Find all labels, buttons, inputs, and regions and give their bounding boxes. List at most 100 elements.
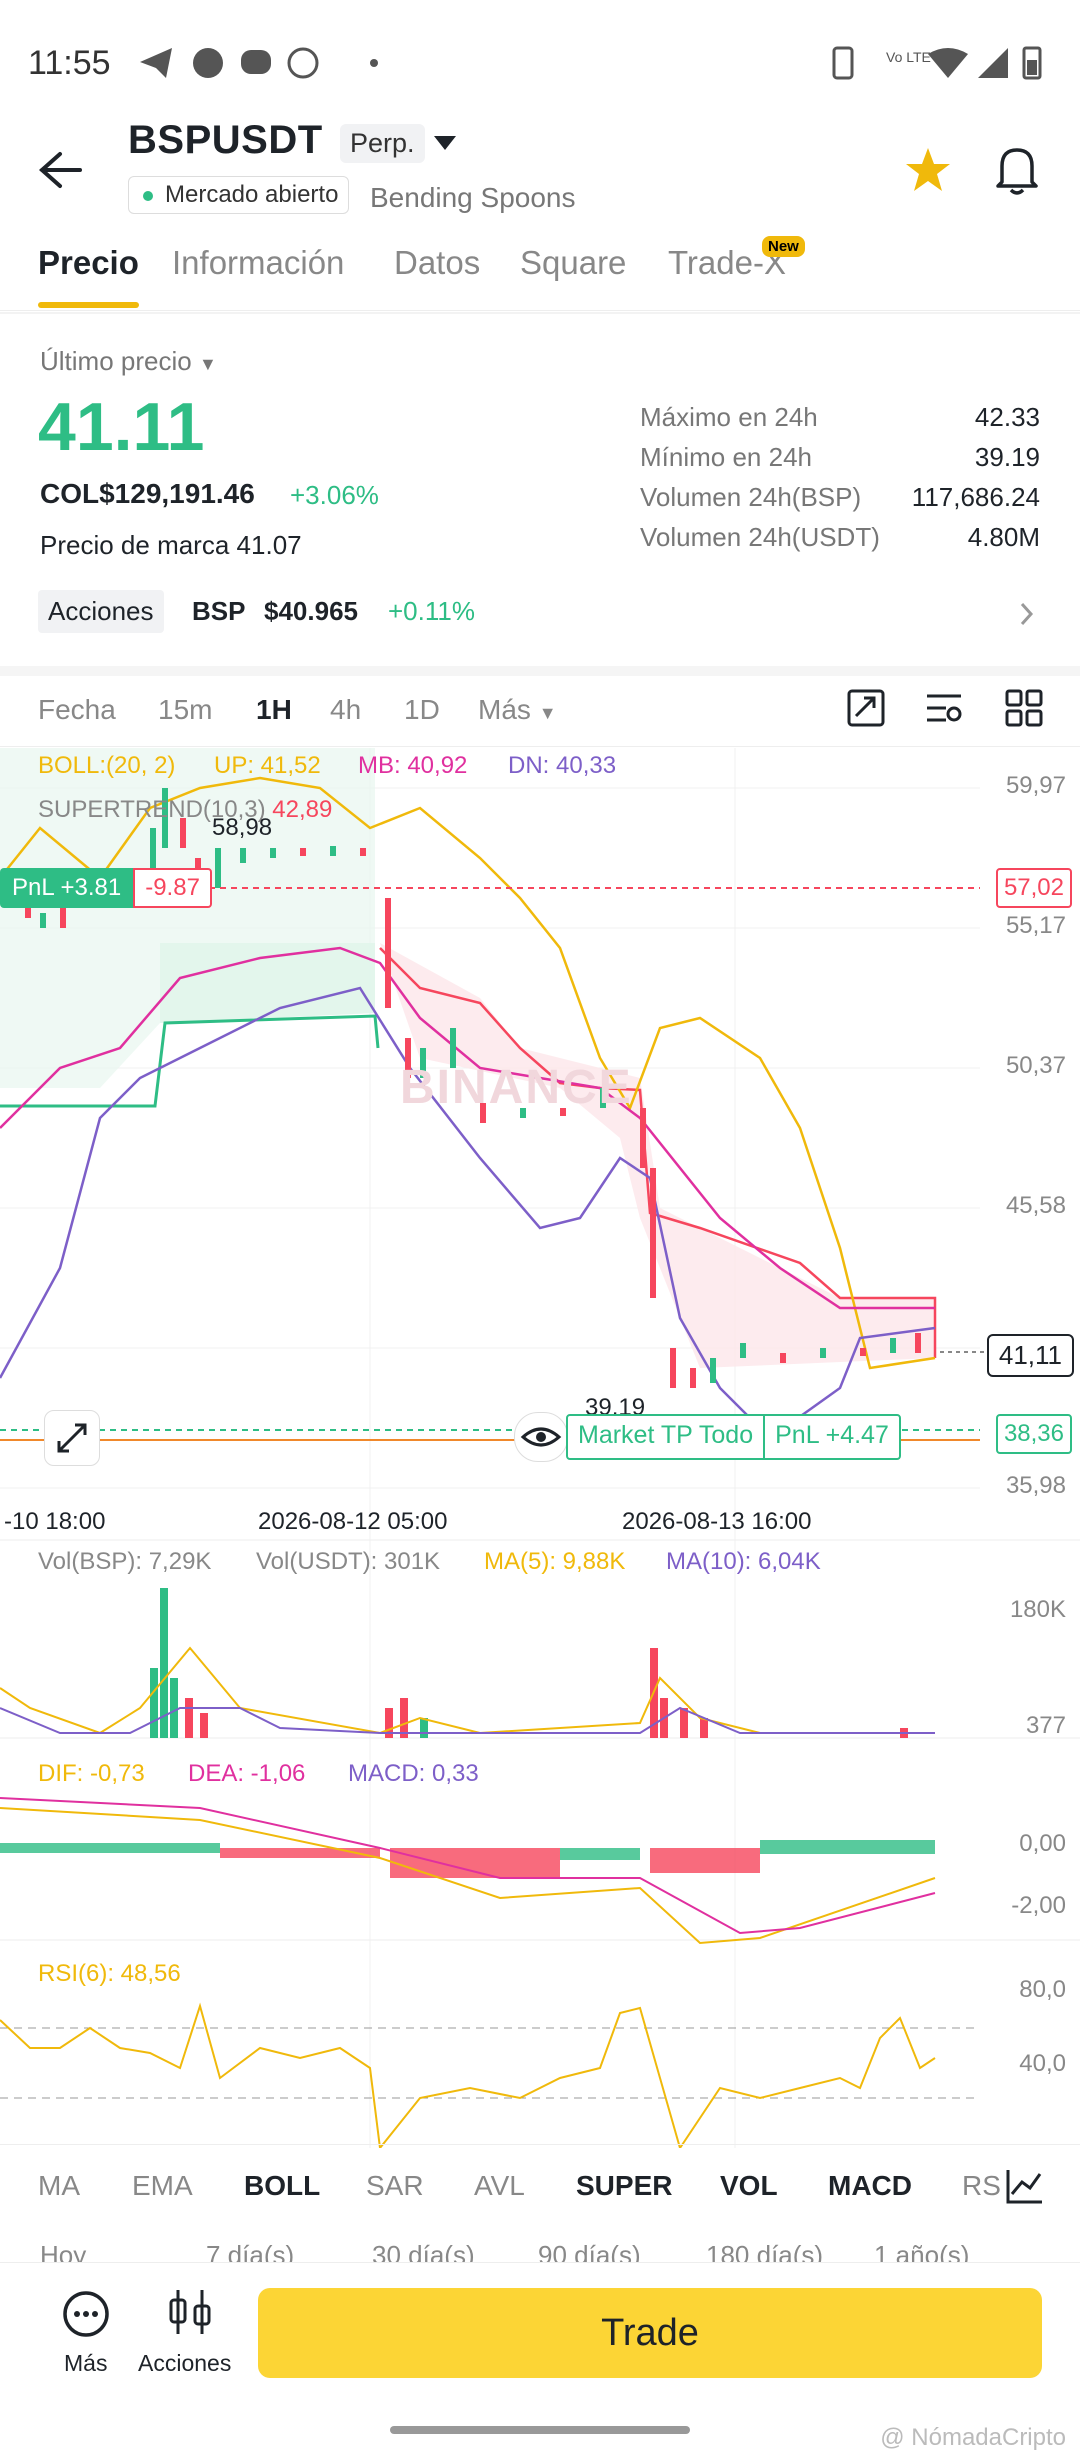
more-icon[interactable] xyxy=(62,2290,110,2338)
vol-axis-label: 377 xyxy=(1025,1712,1066,1739)
telegram-icon xyxy=(140,48,172,78)
tf-15m[interactable]: 15m xyxy=(158,694,212,726)
tf-1h[interactable]: 1H xyxy=(256,694,292,726)
vibrate-icon xyxy=(832,46,854,80)
trade-button[interactable]: Trade xyxy=(258,2288,1042,2378)
x-axis-label: 2026-08-12 05:00 xyxy=(258,1508,448,1535)
grid-layout-icon[interactable] xyxy=(1004,688,1044,728)
indicator-settings-icon[interactable] xyxy=(924,688,964,728)
tab-square[interactable]: Square xyxy=(520,244,626,282)
macd-dea: DEA: -1,06 xyxy=(188,1760,306,1787)
pnl-label: PnL +3.81 xyxy=(0,868,134,908)
y-axis-label: 50,37 xyxy=(1005,1052,1066,1079)
x-axis-label: 2026-08-13 16:00 xyxy=(622,1508,812,1535)
tf-mas[interactable]: Más ▼ xyxy=(478,694,557,726)
indicator-boll[interactable]: BOLL xyxy=(244,2170,320,2202)
eye-icon xyxy=(520,1427,562,1447)
tp-tag[interactable]: Market TP Todo PnL +4.47 xyxy=(566,1414,901,1460)
vol-ma5: MA(5): 9,88K xyxy=(484,1548,626,1575)
vol-axis-label: 180K xyxy=(1009,1596,1066,1623)
macd-histogram xyxy=(0,1840,935,1878)
tf-4h[interactable]: 4h xyxy=(330,694,361,726)
indicator-ma[interactable]: MA xyxy=(38,2170,80,2202)
tab-datos[interactable]: Datos xyxy=(394,244,480,282)
acciones-change: +0.11% xyxy=(388,596,475,626)
indicator-avl[interactable]: AVL xyxy=(474,2170,525,2202)
dot-icon xyxy=(370,59,378,67)
lte-icon: Vo LTE xyxy=(886,49,931,65)
mark-price-row: Precio de marca 41.07 xyxy=(40,530,302,560)
facebook-icon xyxy=(193,48,223,78)
home-indicator[interactable] xyxy=(390,2426,690,2434)
fiat-price: COL$129,191.46 xyxy=(40,478,255,509)
expand-chart-icon[interactable] xyxy=(846,688,886,728)
price-change: +3.06% xyxy=(290,480,379,510)
stat-value: 4.80M xyxy=(967,522,1040,552)
more-label[interactable]: Más xyxy=(64,2350,107,2377)
fullscreen-button[interactable] xyxy=(44,1410,100,1466)
acciones-symbol: BSP xyxy=(192,596,246,626)
rsi-label: RSI(6): 48,56 xyxy=(38,1960,181,1987)
pair-title[interactable]: BSPUSDT xyxy=(128,118,323,163)
favorite-star-icon[interactable] xyxy=(904,146,952,194)
macd-value: MACD: 0,33 xyxy=(348,1760,479,1787)
x-axis-label: -10 18:00 xyxy=(4,1508,106,1535)
indicator-ema[interactable]: EMA xyxy=(132,2170,193,2202)
stat-label: Volumen 24h(BSP) xyxy=(640,482,862,512)
indicator-sar[interactable]: SAR xyxy=(366,2170,424,2202)
indicator-vol[interactable]: VOL xyxy=(720,2170,778,2202)
y-axis-label: 45,58 xyxy=(1005,1192,1066,1219)
back-arrow-icon[interactable] xyxy=(38,150,84,190)
tp-price-tag: 38,36 xyxy=(995,1414,1072,1454)
status-time: 11:55 xyxy=(28,44,111,82)
indicator-super[interactable]: SUPER xyxy=(576,2170,672,2202)
tp-pnl: PnL +4.47 xyxy=(775,1421,889,1449)
boll-up: UP: 41,52 xyxy=(214,752,321,779)
bell-icon[interactable] xyxy=(994,144,1040,196)
vol-ma10: MA(10): 6,04K xyxy=(666,1548,821,1575)
eye-toggle[interactable] xyxy=(514,1412,568,1462)
system-icons: Vo LTE xyxy=(832,46,1042,80)
caret-down-icon: ▼ xyxy=(538,703,557,723)
tf-fecha[interactable]: Fecha xyxy=(38,694,116,726)
vol-usdt: Vol(USDT): 301K xyxy=(256,1548,441,1575)
last-price-label[interactable]: Último precio ▼ xyxy=(40,346,217,377)
notification-icons xyxy=(140,47,378,79)
boll-label: BOLL:(20, 2) xyxy=(38,752,176,779)
fullscreen-arrows-icon xyxy=(57,1423,87,1453)
rsi-line xyxy=(0,2002,936,2148)
acciones-price: $40.965 xyxy=(264,596,358,626)
stocks-icon[interactable] xyxy=(164,2286,216,2338)
macd-axis-label: 0,00 xyxy=(1019,1830,1066,1857)
y-axis-label: 35,98 xyxy=(1005,1472,1066,1499)
tab-precio[interactable]: Precio xyxy=(38,244,139,308)
boll-dn: DN: 40,33 xyxy=(508,752,617,779)
chat-icon xyxy=(241,50,271,74)
y-axis-label: 55,17 xyxy=(1005,912,1066,939)
rsi-axis-label: 80,0 xyxy=(1019,1976,1066,2003)
tab-informacion[interactable]: Información xyxy=(172,244,344,282)
acciones-label[interactable]: Acciones xyxy=(138,2350,231,2377)
pnl-price-tag: 57,02 xyxy=(995,868,1072,908)
tp-label: Market TP Todo xyxy=(568,1416,766,1458)
footer-watermark: @ NómadaCripto xyxy=(880,2424,1066,2451)
supertrend-legend: SUPERTREND(10,3) 42,89 xyxy=(38,796,332,824)
macd-dif: DIF: -0,73 xyxy=(38,1760,145,1787)
stat-value: 42.33 xyxy=(974,402,1040,432)
dropdown-triangle-icon[interactable] xyxy=(432,134,458,152)
supertrend-down-fill xyxy=(380,943,935,1368)
indicator-rsi[interactable]: RS xyxy=(962,2170,1001,2202)
perp-badge: Perp. xyxy=(340,124,425,163)
rsi-axis-label: 40,0 xyxy=(1019,2050,1066,2077)
pnl-tag[interactable]: PnL +3.81 -9.87 xyxy=(0,868,212,908)
caret-down-icon: ▼ xyxy=(198,354,217,374)
new-badge: New xyxy=(762,236,805,257)
current-price-tag: 41,11 xyxy=(986,1334,1074,1377)
indicator-macd[interactable]: MACD xyxy=(828,2170,912,2202)
binance-watermark: BINANCE xyxy=(400,1061,633,1114)
tf-1d[interactable]: 1D xyxy=(404,694,440,726)
stat-label: Mínimo en 24h xyxy=(640,442,812,472)
pnl-value: -9.87 xyxy=(133,868,212,908)
y-axis-label: 59,97 xyxy=(1005,772,1066,799)
chart-settings-icon[interactable] xyxy=(1004,2166,1044,2206)
